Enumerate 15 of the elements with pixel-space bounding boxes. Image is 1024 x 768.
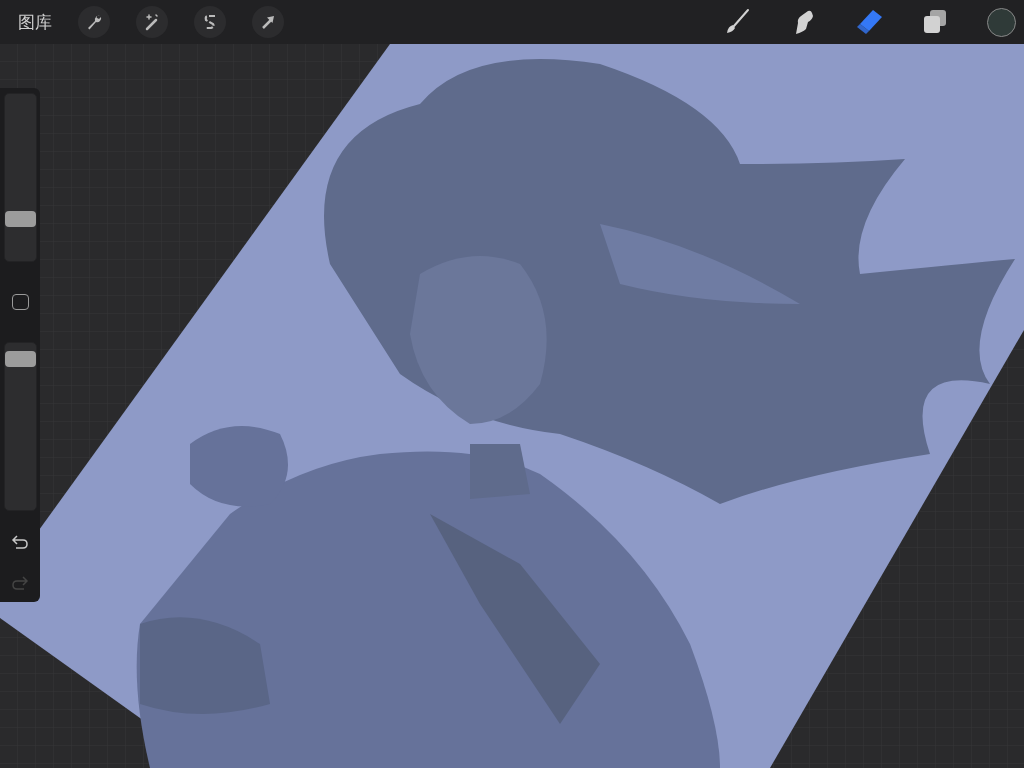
brush-size-slider[interactable]	[3, 93, 37, 262]
settings-button[interactable]	[78, 6, 110, 38]
opacity-slider[interactable]	[3, 342, 37, 511]
gallery-button[interactable]: 图库	[14, 6, 56, 38]
redo-icon	[11, 575, 29, 592]
selection-button[interactable]	[194, 6, 226, 38]
modify-button[interactable]	[11, 293, 29, 311]
adjustments-button[interactable]	[136, 6, 168, 38]
undo-icon	[11, 533, 29, 550]
color-swatch[interactable]	[987, 7, 1016, 37]
slider-thumb[interactable]	[4, 350, 36, 367]
transform-button[interactable]	[252, 6, 284, 38]
magic-wand-icon	[143, 13, 161, 31]
layers-icon	[921, 8, 949, 36]
slider-thumb[interactable]	[4, 211, 36, 228]
